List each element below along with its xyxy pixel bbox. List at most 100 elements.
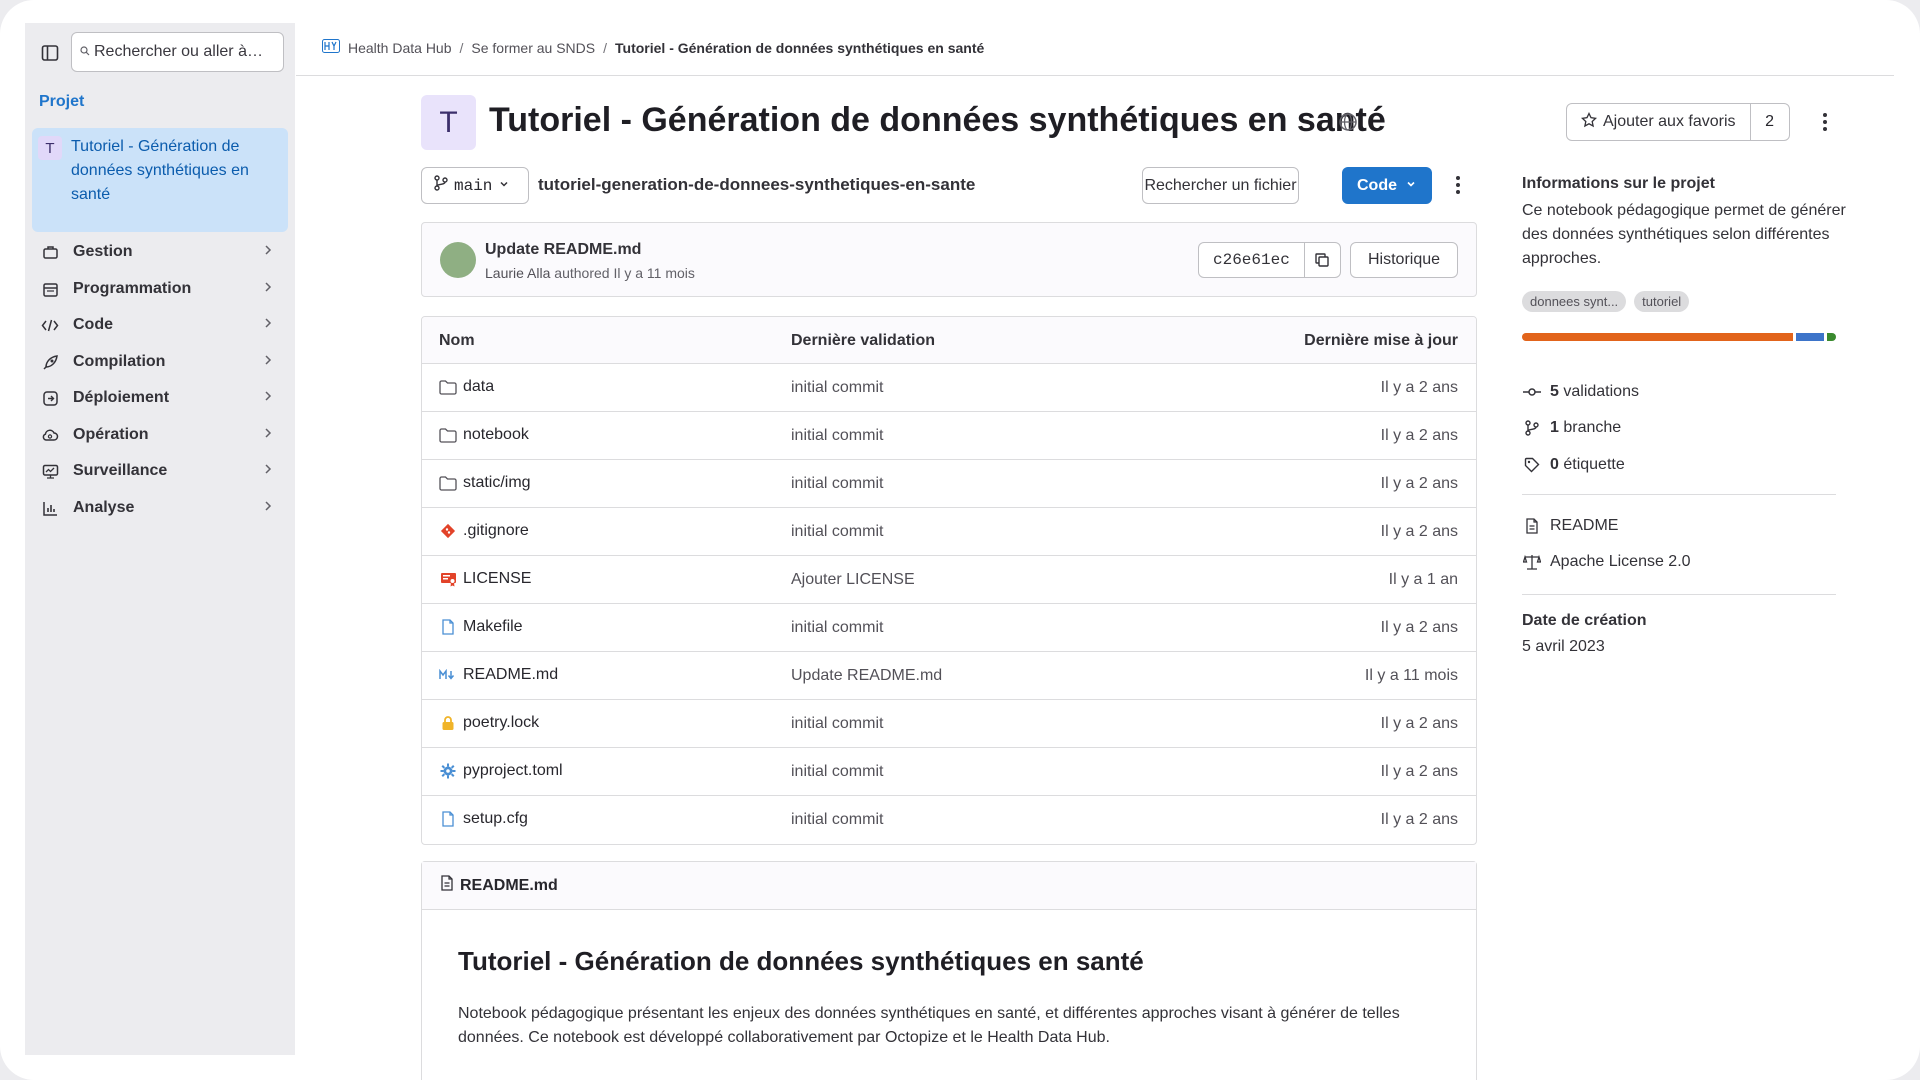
star-button-group: Ajouter aux favoris 2 xyxy=(1566,103,1790,141)
file-commit[interactable]: initial commit xyxy=(791,427,883,445)
breadcrumb-current[interactable]: Tutoriel - Génération de données synthét… xyxy=(615,40,984,56)
topic-badge[interactable]: tutoriel xyxy=(1634,291,1690,312)
table-row[interactable]: poetry.lock initial commit Il y a 2 ans xyxy=(422,700,1476,748)
cloud-gear-icon xyxy=(39,424,61,446)
file-name[interactable]: Makefile xyxy=(463,618,523,636)
star-icon xyxy=(1580,111,1598,133)
avatar[interactable] xyxy=(440,242,476,278)
briefcase-icon xyxy=(39,241,61,263)
sidebar-toggle-icon[interactable] xyxy=(39,42,61,64)
table-row[interactable]: README.md Update README.md Il y a 11 moi… xyxy=(422,652,1476,700)
tags-label: étiquette xyxy=(1563,456,1625,473)
file-commit[interactable]: initial commit xyxy=(791,715,883,733)
table-row[interactable]: static/img initial commit Il y a 2 ans xyxy=(422,460,1476,508)
file-commit[interactable]: initial commit xyxy=(791,619,883,637)
file-name[interactable]: poetry.lock xyxy=(463,714,539,732)
sidebar-item-gestion[interactable]: Gestion xyxy=(39,237,289,267)
table-row[interactable]: Makefile initial commit Il y a 2 ans xyxy=(422,604,1476,652)
commit-sha[interactable]: c26e61ec xyxy=(1199,243,1304,277)
search-placeholder: Rechercher ou aller à… xyxy=(94,43,263,60)
project-actions-kebab-icon[interactable] xyxy=(1815,107,1835,137)
repo-path[interactable]: tutoriel-generation-de-donnees-synthetiq… xyxy=(538,175,975,195)
file-commit[interactable]: initial commit xyxy=(791,523,883,541)
sidebar-item-label: Opération xyxy=(73,426,149,443)
sidebar-item-code[interactable]: Code xyxy=(39,310,289,340)
branch-selector[interactable]: main xyxy=(421,167,529,204)
code-dropdown-button[interactable]: Code xyxy=(1342,167,1432,204)
readme-link[interactable]: README xyxy=(1522,516,1618,536)
file-name[interactable]: .gitignore xyxy=(463,522,529,540)
star-button[interactable]: Ajouter aux favoris xyxy=(1567,104,1750,140)
table-row[interactable]: .gitignore initial commit Il y a 2 ans xyxy=(422,508,1476,556)
file-name[interactable]: static/img xyxy=(463,474,531,492)
sidebar-item-surveillance[interactable]: Surveillance xyxy=(39,456,289,486)
created-value: 5 avril 2023 xyxy=(1522,638,1605,655)
gear-icon xyxy=(439,762,457,780)
sidebar-item-analyse[interactable]: Analyse xyxy=(39,493,289,523)
breadcrumb-group[interactable]: Health Data Hub xyxy=(348,40,452,56)
chart-icon xyxy=(39,497,61,519)
file-icon xyxy=(1522,516,1542,536)
repo-actions-kebab-icon[interactable] xyxy=(1448,170,1468,200)
search-input[interactable]: Rechercher ou aller à… xyxy=(71,32,284,72)
table-header: Nom Dernière validation Dernière mise à … xyxy=(422,317,1476,364)
breadcrumb-separator: / xyxy=(603,39,608,56)
topic-badge[interactable]: donnees synt... xyxy=(1522,291,1627,312)
project-description: Ce notebook pédagogique permet de génére… xyxy=(1522,202,1846,267)
file-commit[interactable]: Ajouter LICENSE xyxy=(791,571,915,589)
file-commit[interactable]: initial commit xyxy=(791,811,883,829)
chevron-down-icon xyxy=(498,177,510,195)
license-link[interactable]: Apache License 2.0 xyxy=(1522,552,1691,572)
tags-link[interactable]: 0 étiquette xyxy=(1522,455,1625,475)
sidebar-project-label: Tutoriel - Génération de données synthét… xyxy=(71,138,249,203)
sidebar-item-label: Déploiement xyxy=(73,389,170,406)
branches-count: 1 xyxy=(1550,419,1559,436)
file-name[interactable]: LICENSE xyxy=(463,570,531,588)
monitor-icon xyxy=(39,460,61,482)
calendar-icon xyxy=(39,278,61,300)
file-commit[interactable]: initial commit xyxy=(791,763,883,781)
chevron-right-icon xyxy=(261,316,275,335)
sidebar-item-operation[interactable]: Opération xyxy=(39,420,289,450)
sidebar-item-programmation[interactable]: Programmation xyxy=(39,274,289,304)
sidebar-item-compilation[interactable]: Compilation xyxy=(39,347,289,377)
sidebar-item-deploiement[interactable]: Déploiement xyxy=(39,383,289,413)
commit-meta: Laurie Alla authored Il y a 11 mois xyxy=(485,265,695,281)
copy-icon[interactable] xyxy=(1303,243,1340,277)
file-icon xyxy=(439,810,457,828)
readme-filename[interactable]: README.md xyxy=(460,877,558,895)
file-date: Il y a 2 ans xyxy=(1380,523,1458,540)
file-name[interactable]: notebook xyxy=(463,426,529,444)
table-row[interactable]: notebook initial commit Il y a 2 ans xyxy=(422,412,1476,460)
file-commit[interactable]: Update README.md xyxy=(791,667,942,685)
file-name[interactable]: setup.cfg xyxy=(463,810,528,828)
commits-link[interactable]: 5 validations xyxy=(1522,382,1639,402)
star-count[interactable]: 2 xyxy=(1749,104,1789,140)
file-name[interactable]: data xyxy=(463,378,494,396)
commit-message[interactable]: Update README.md xyxy=(485,241,641,259)
created-label: Date de création xyxy=(1522,612,1647,629)
language-bar[interactable] xyxy=(1522,333,1836,341)
sidebar-item-label: Analyse xyxy=(73,499,135,516)
file-name[interactable]: README.md xyxy=(463,666,558,684)
commit-author[interactable]: Laurie Alla xyxy=(485,265,550,281)
file-name[interactable]: pyproject.toml xyxy=(463,762,563,780)
file-date: Il y a 2 ans xyxy=(1380,763,1458,780)
project-info-title: Informations sur le projet xyxy=(1522,175,1715,192)
branches-link[interactable]: 1 branche xyxy=(1522,418,1621,438)
table-row[interactable]: pyproject.toml initial commit Il y a 2 a… xyxy=(422,748,1476,796)
tag-icon xyxy=(1522,455,1542,475)
sidebar-item-label: Code xyxy=(73,316,113,333)
table-row[interactable]: setup.cfg initial commit Il y a 2 ans xyxy=(422,796,1476,844)
table-row[interactable]: data initial commit Il y a 2 ans xyxy=(422,364,1476,412)
table-row[interactable]: LICENSE Ajouter LICENSE Il y a 1 an xyxy=(422,556,1476,604)
readme-text: Notebook pédagogique présentant les enje… xyxy=(458,1005,1400,1046)
history-button[interactable]: Historique xyxy=(1350,242,1458,278)
column-header-last-commit: Dernière validation xyxy=(791,332,936,349)
sidebar-item-project[interactable]: T Tutoriel - Génération de données synth… xyxy=(32,128,288,232)
file-commit[interactable]: initial commit xyxy=(791,475,883,493)
file-commit[interactable]: initial commit xyxy=(791,379,883,397)
divider xyxy=(1522,494,1836,495)
breadcrumb-subgroup[interactable]: Se former au SNDS xyxy=(471,40,595,56)
find-file-button[interactable]: Rechercher un fichier xyxy=(1142,167,1299,204)
